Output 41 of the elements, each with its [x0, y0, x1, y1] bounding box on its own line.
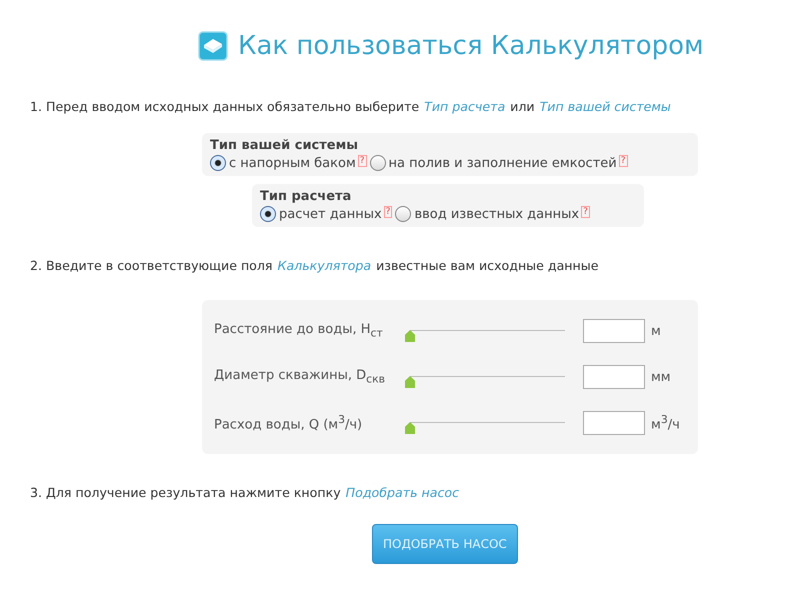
radio-button[interactable] — [370, 155, 386, 171]
help-icon[interactable]: ? — [581, 206, 590, 218]
instruction-text: 3. Для получение результата нажмите кнопку — [30, 485, 341, 500]
link[interactable]: Тип расчета — [424, 99, 506, 114]
radio-label[interactable]: на полив и заполнение емкостей — [388, 156, 617, 170]
unit-label: м — [651, 324, 661, 338]
radio-button[interactable] — [395, 206, 412, 222]
slider-handle[interactable] — [405, 330, 415, 342]
input-field[interactable] — [583, 319, 645, 343]
help-icon[interactable]: ? — [384, 206, 392, 218]
link[interactable]: Подобрать насос — [346, 485, 460, 500]
instruction-text: 2. Введите в соответствующие поля — [30, 258, 273, 273]
page-title: Как пользоваться Калькулятором — [238, 31, 704, 61]
slider-track[interactable] — [405, 329, 565, 343]
radio-label[interactable]: расчет данных — [279, 206, 382, 222]
slider-handle[interactable] — [405, 376, 415, 388]
field-label: Диаметр скважины, D$_{скв}$ — [214, 368, 386, 386]
unit-label: мм — [651, 370, 671, 384]
book-icon — [198, 31, 228, 61]
radio-button[interactable] — [260, 206, 276, 222]
field-label: Расход воды, Q (м$^{3}$/ч) — [214, 413, 364, 433]
instruction-text: или — [510, 99, 535, 114]
group-title: Тип вашей системы — [210, 138, 359, 153]
field-label: Расстояние до воды, H$_{ст}$ — [214, 322, 384, 340]
link[interactable]: Калькулятора — [278, 258, 372, 273]
instruction-text: известные вам исходные данные — [376, 258, 598, 273]
input-field[interactable] — [583, 411, 645, 435]
link[interactable]: Тип вашей системы — [540, 99, 671, 114]
help-icon[interactable]: ? — [358, 155, 367, 167]
pick-pump-button[interactable]: ПОДОБРАТЬ НАСОС — [372, 524, 518, 564]
unit-label: м$^{3}$/ч — [651, 413, 680, 433]
slider-handle[interactable] — [405, 422, 415, 434]
instruction-text: 1. Перед вводом исходных данных обязательно выберите — [30, 99, 420, 114]
slider-track[interactable] — [405, 375, 565, 389]
slider-track[interactable] — [405, 421, 565, 435]
radio-label[interactable]: ввод известных данных — [414, 206, 580, 222]
group-title: Тип расчета — [260, 189, 352, 204]
radio-button[interactable] — [210, 155, 226, 171]
help-icon[interactable]: ? — [618, 155, 628, 167]
radio-label[interactable]: с напорным баком — [229, 156, 356, 170]
input-field[interactable] — [583, 365, 645, 389]
